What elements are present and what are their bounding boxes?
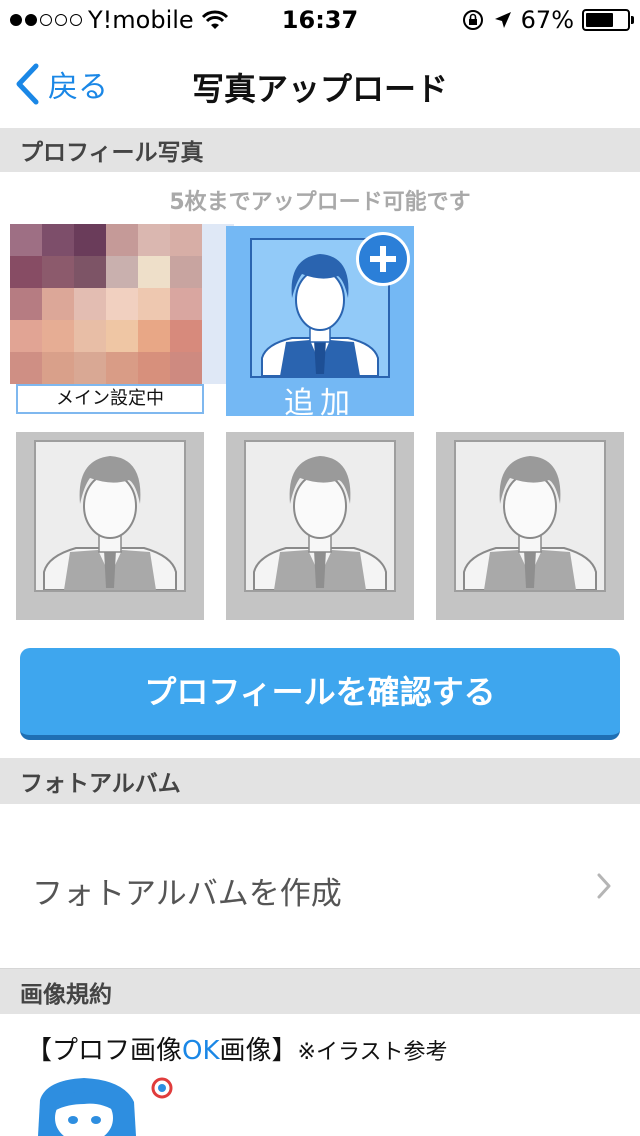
mosaic-tile [138,256,170,288]
main-photo-badge: メイン設定中 [16,384,204,414]
mosaic-tile [42,352,74,384]
terms-ok-example-heading: 【プロフ画像OK画像】※イラスト参考 [26,1030,448,1067]
upload-limit-hint: 5枚までアップロード可能です [169,190,471,215]
battery-icon [582,9,634,31]
location-arrow-icon [494,12,511,28]
mosaic-tile [10,320,42,352]
mosaic-tile [106,352,138,384]
terms-line-prefix: 【プロフ画像 [26,1036,183,1066]
mosaic-tile [138,352,170,384]
mosaic-tile [74,352,106,384]
terms-ok-text: OK [182,1036,220,1066]
mosaic-tile [42,320,74,352]
pixelated-photo [10,224,234,384]
mosaic-tile [10,288,42,320]
empty-photo-slot[interactable] [16,432,204,620]
main-profile-photo[interactable]: メイン設定中 [10,224,238,416]
confirm-profile-button[interactable]: プロフィールを確認する [20,648,620,740]
battery-percent: 67% [520,6,574,34]
mosaic-tile [42,288,74,320]
mosaic-tile [170,256,202,288]
mosaic-tile [170,320,202,352]
mosaic-tile [170,288,202,320]
status-bar: Y!mobile 16:37 67% [0,0,640,40]
mosaic-tile [106,224,138,256]
status-right: 67% [461,6,634,34]
page-title: 写真アップロード [191,70,448,108]
mosaic-tile [10,352,42,384]
mosaic-tile [138,224,170,256]
add-photo-button[interactable]: 追加 [226,226,414,421]
person-placeholder-icon [244,440,396,592]
mosaic-tile [106,256,138,288]
mosaic-tile [170,352,202,384]
ok-sample-illustration [26,1076,176,1136]
section-header-image-terms: 画像規約 [0,968,640,1014]
person-placeholder-icon [454,440,606,592]
section-header-photo-album: フォトアルバム [0,758,640,804]
mosaic-tile [138,288,170,320]
mosaic-tile [106,320,138,352]
terms-illustration-note: ※イラスト参考 [297,1040,448,1065]
mosaic-tile [74,256,106,288]
section-header-profile-photo: プロフィール写真 [0,128,640,172]
mosaic-tile [42,224,74,256]
plus-icon [356,232,410,286]
empty-photo-slot[interactable] [436,432,624,620]
chevron-right-icon [597,873,611,899]
mosaic-tile [106,288,138,320]
battery-fill [586,13,613,27]
mosaic-tile [10,224,42,256]
mosaic-tile [138,320,170,352]
create-photo-album-label: フォトアルバムを作成 [32,876,342,912]
rotation-lock-icon [462,10,483,30]
mosaic-tile [74,320,106,352]
add-photo-label: 追加 [284,386,356,421]
create-photo-album-row[interactable]: フォトアルバムを作成 [0,804,640,968]
nav-bar: 戻る 写真アップロード [0,40,640,128]
mosaic-tile [74,288,106,320]
person-placeholder-icon [34,440,186,592]
terms-line-suffix: 画像】 [219,1036,298,1066]
mosaic-tile [74,224,106,256]
mosaic-tile [42,256,74,288]
empty-photo-slot[interactable] [226,432,414,620]
mosaic-tile [170,224,202,256]
mosaic-tile [10,256,42,288]
